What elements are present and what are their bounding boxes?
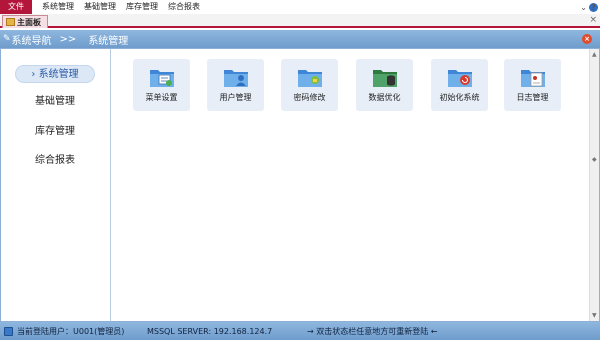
- sidebar-item-inventory[interactable]: 库存管理: [15, 123, 95, 141]
- folder-password-icon: [298, 70, 322, 87]
- status-current-user: 当前登陆用户：U001(管理员): [17, 326, 125, 336]
- tile-log-management[interactable]: 日志管理: [504, 59, 561, 111]
- tile-user-management[interactable]: 用户管理: [207, 59, 264, 111]
- menu-basic[interactable]: 基础管理: [79, 0, 121, 14]
- tile-label: 密码修改: [293, 93, 326, 102]
- menu-system[interactable]: 系统管理: [37, 0, 79, 14]
- nav-title: 系统导航: [11, 35, 52, 47]
- breadcrumb-separator: >>: [59, 33, 77, 45]
- help-icon[interactable]: ?: [589, 2, 598, 12]
- tile-change-password[interactable]: 密码修改: [281, 59, 338, 111]
- scroll-up-icon[interactable]: ▲: [592, 51, 597, 58]
- sidebar: › 系统管理 基础管理 库存管理 综合报表: [1, 49, 111, 321]
- navigation-title-bar: ✎ 系统导航 >> 系统管理 ×: [0, 30, 600, 48]
- pin-icon: ✎: [3, 34, 11, 44]
- menu-reports[interactable]: 综合报表: [163, 0, 205, 14]
- status-bar[interactable]: 当前登陆用户：U001(管理员) MSSQL SERVER: 192.168.1…: [0, 322, 600, 340]
- tile-initialize-system[interactable]: 初始化系统: [431, 59, 488, 111]
- status-relogin-hint: → 双击状态栏任意地方可重新登陆 ←: [307, 326, 438, 336]
- menu-bar: 文件 系统管理 基础管理 库存管理 综合报表 ⌄ ?: [0, 0, 600, 14]
- folder-user-icon: [224, 70, 248, 87]
- sidebar-item-label: › 系统管理: [31, 69, 79, 80]
- close-icon[interactable]: ×: [589, 15, 597, 25]
- form-icon: [6, 18, 15, 26]
- close-icon[interactable]: ×: [582, 34, 592, 44]
- document-tab-strip: 主面板 ×: [0, 14, 600, 28]
- user-icon: [4, 326, 13, 336]
- tile-label: 日志管理: [516, 93, 549, 102]
- scroll-mid-icon[interactable]: ◆: [592, 156, 597, 163]
- menubar-controls: ⌄ ?: [580, 0, 598, 14]
- folder-log-icon: [521, 70, 545, 87]
- sidebar-item-basic[interactable]: 基础管理: [15, 93, 95, 111]
- status-server: MSSQL SERVER: 192.168.124.7: [147, 326, 273, 336]
- tile-label: 菜单设置: [145, 93, 178, 102]
- sidebar-item-system[interactable]: › 系统管理: [15, 65, 95, 83]
- vertical-scrollbar[interactable]: ▲ ◆ ▼: [589, 49, 599, 321]
- main-frame: › 系统管理 基础管理 库存管理 综合报表 菜单设置 用户管理 密码修改 数据优…: [0, 48, 600, 322]
- menu-inventory[interactable]: 库存管理: [121, 0, 163, 14]
- tile-data-optimize[interactable]: 数据优化: [356, 59, 413, 111]
- tile-label: 初始化系统: [439, 93, 480, 102]
- folder-menu-icon: [150, 70, 174, 87]
- tab-label: 主面板: [17, 17, 41, 27]
- tile-label: 数据优化: [368, 93, 401, 102]
- breadcrumb-current: 系统管理: [88, 35, 129, 47]
- menu-file[interactable]: 文件: [0, 0, 32, 14]
- chevron-down-icon[interactable]: ⌄: [580, 3, 587, 12]
- folder-refresh-icon: [448, 70, 472, 87]
- sidebar-item-reports[interactable]: 综合报表: [15, 152, 95, 170]
- tile-label: 用户管理: [219, 93, 252, 102]
- scroll-down-icon[interactable]: ▼: [592, 312, 597, 319]
- function-panel: 菜单设置 用户管理 密码修改 数据优化 初始化系统 日志管理: [111, 49, 589, 321]
- folder-database-icon: [373, 70, 397, 87]
- tile-menu-settings[interactable]: 菜单设置: [133, 59, 190, 111]
- tab-main-panel[interactable]: 主面板: [2, 15, 48, 28]
